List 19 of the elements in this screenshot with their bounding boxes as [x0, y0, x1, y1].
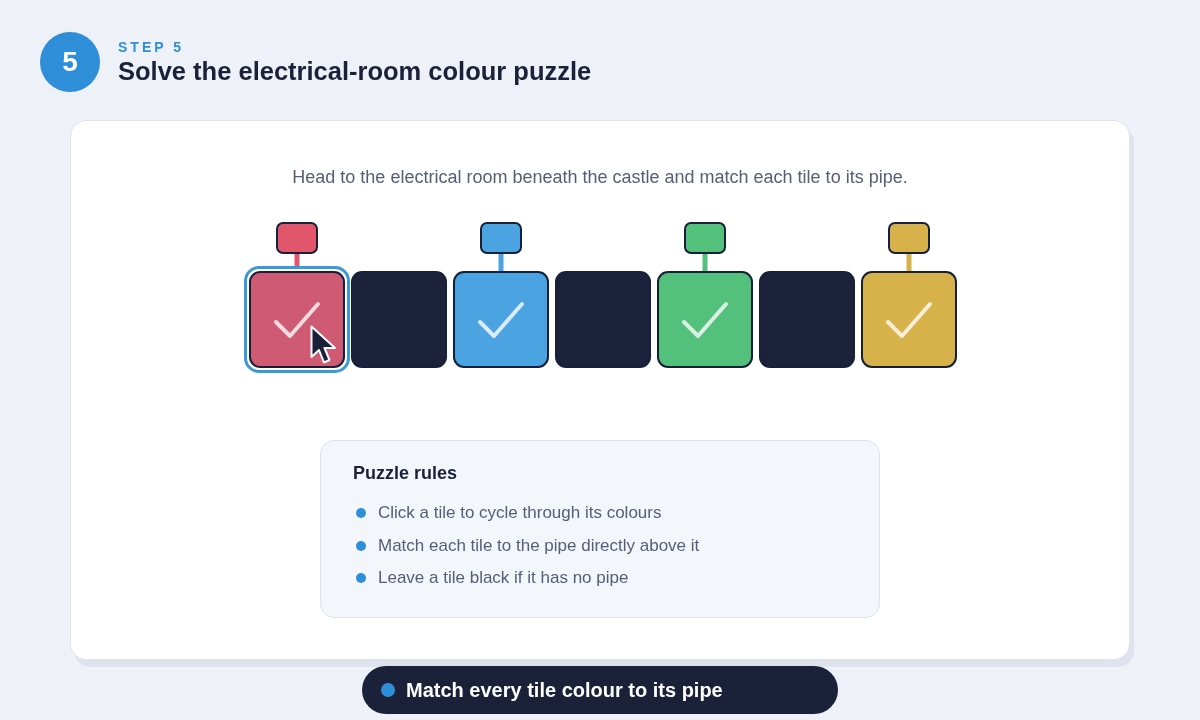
- step-title: Solve the electrical-room colour puzzle: [118, 55, 592, 87]
- bullet-icon: [356, 508, 366, 519]
- instruction-text: Head to the electrical room beneath the castle and match each tile to its pipe.: [291, 166, 909, 189]
- step-number-badge: 5: [40, 32, 100, 92]
- rules-title: Puzzle rules: [353, 462, 459, 485]
- color-tile[interactable]: [453, 271, 549, 368]
- step-label: STEP 5: [118, 37, 185, 56]
- rule-text: Leave a tile black if it has no pipe: [378, 567, 629, 590]
- bullet-icon: [356, 573, 366, 584]
- rule-text: Click a tile to cycle through its colours: [378, 502, 662, 525]
- rule-text: Match each tile to the pipe directly above it: [378, 534, 700, 557]
- bullet-icon: [356, 540, 366, 551]
- status-dot-icon: [381, 683, 395, 697]
- color-tile[interactable]: [861, 271, 957, 368]
- color-tile[interactable]: [657, 271, 753, 368]
- color-tile[interactable]: [351, 271, 447, 368]
- color-tile[interactable]: [759, 271, 855, 368]
- color-tile[interactable]: [555, 271, 651, 368]
- status-text: Match every tile colour to its pipe: [406, 678, 723, 703]
